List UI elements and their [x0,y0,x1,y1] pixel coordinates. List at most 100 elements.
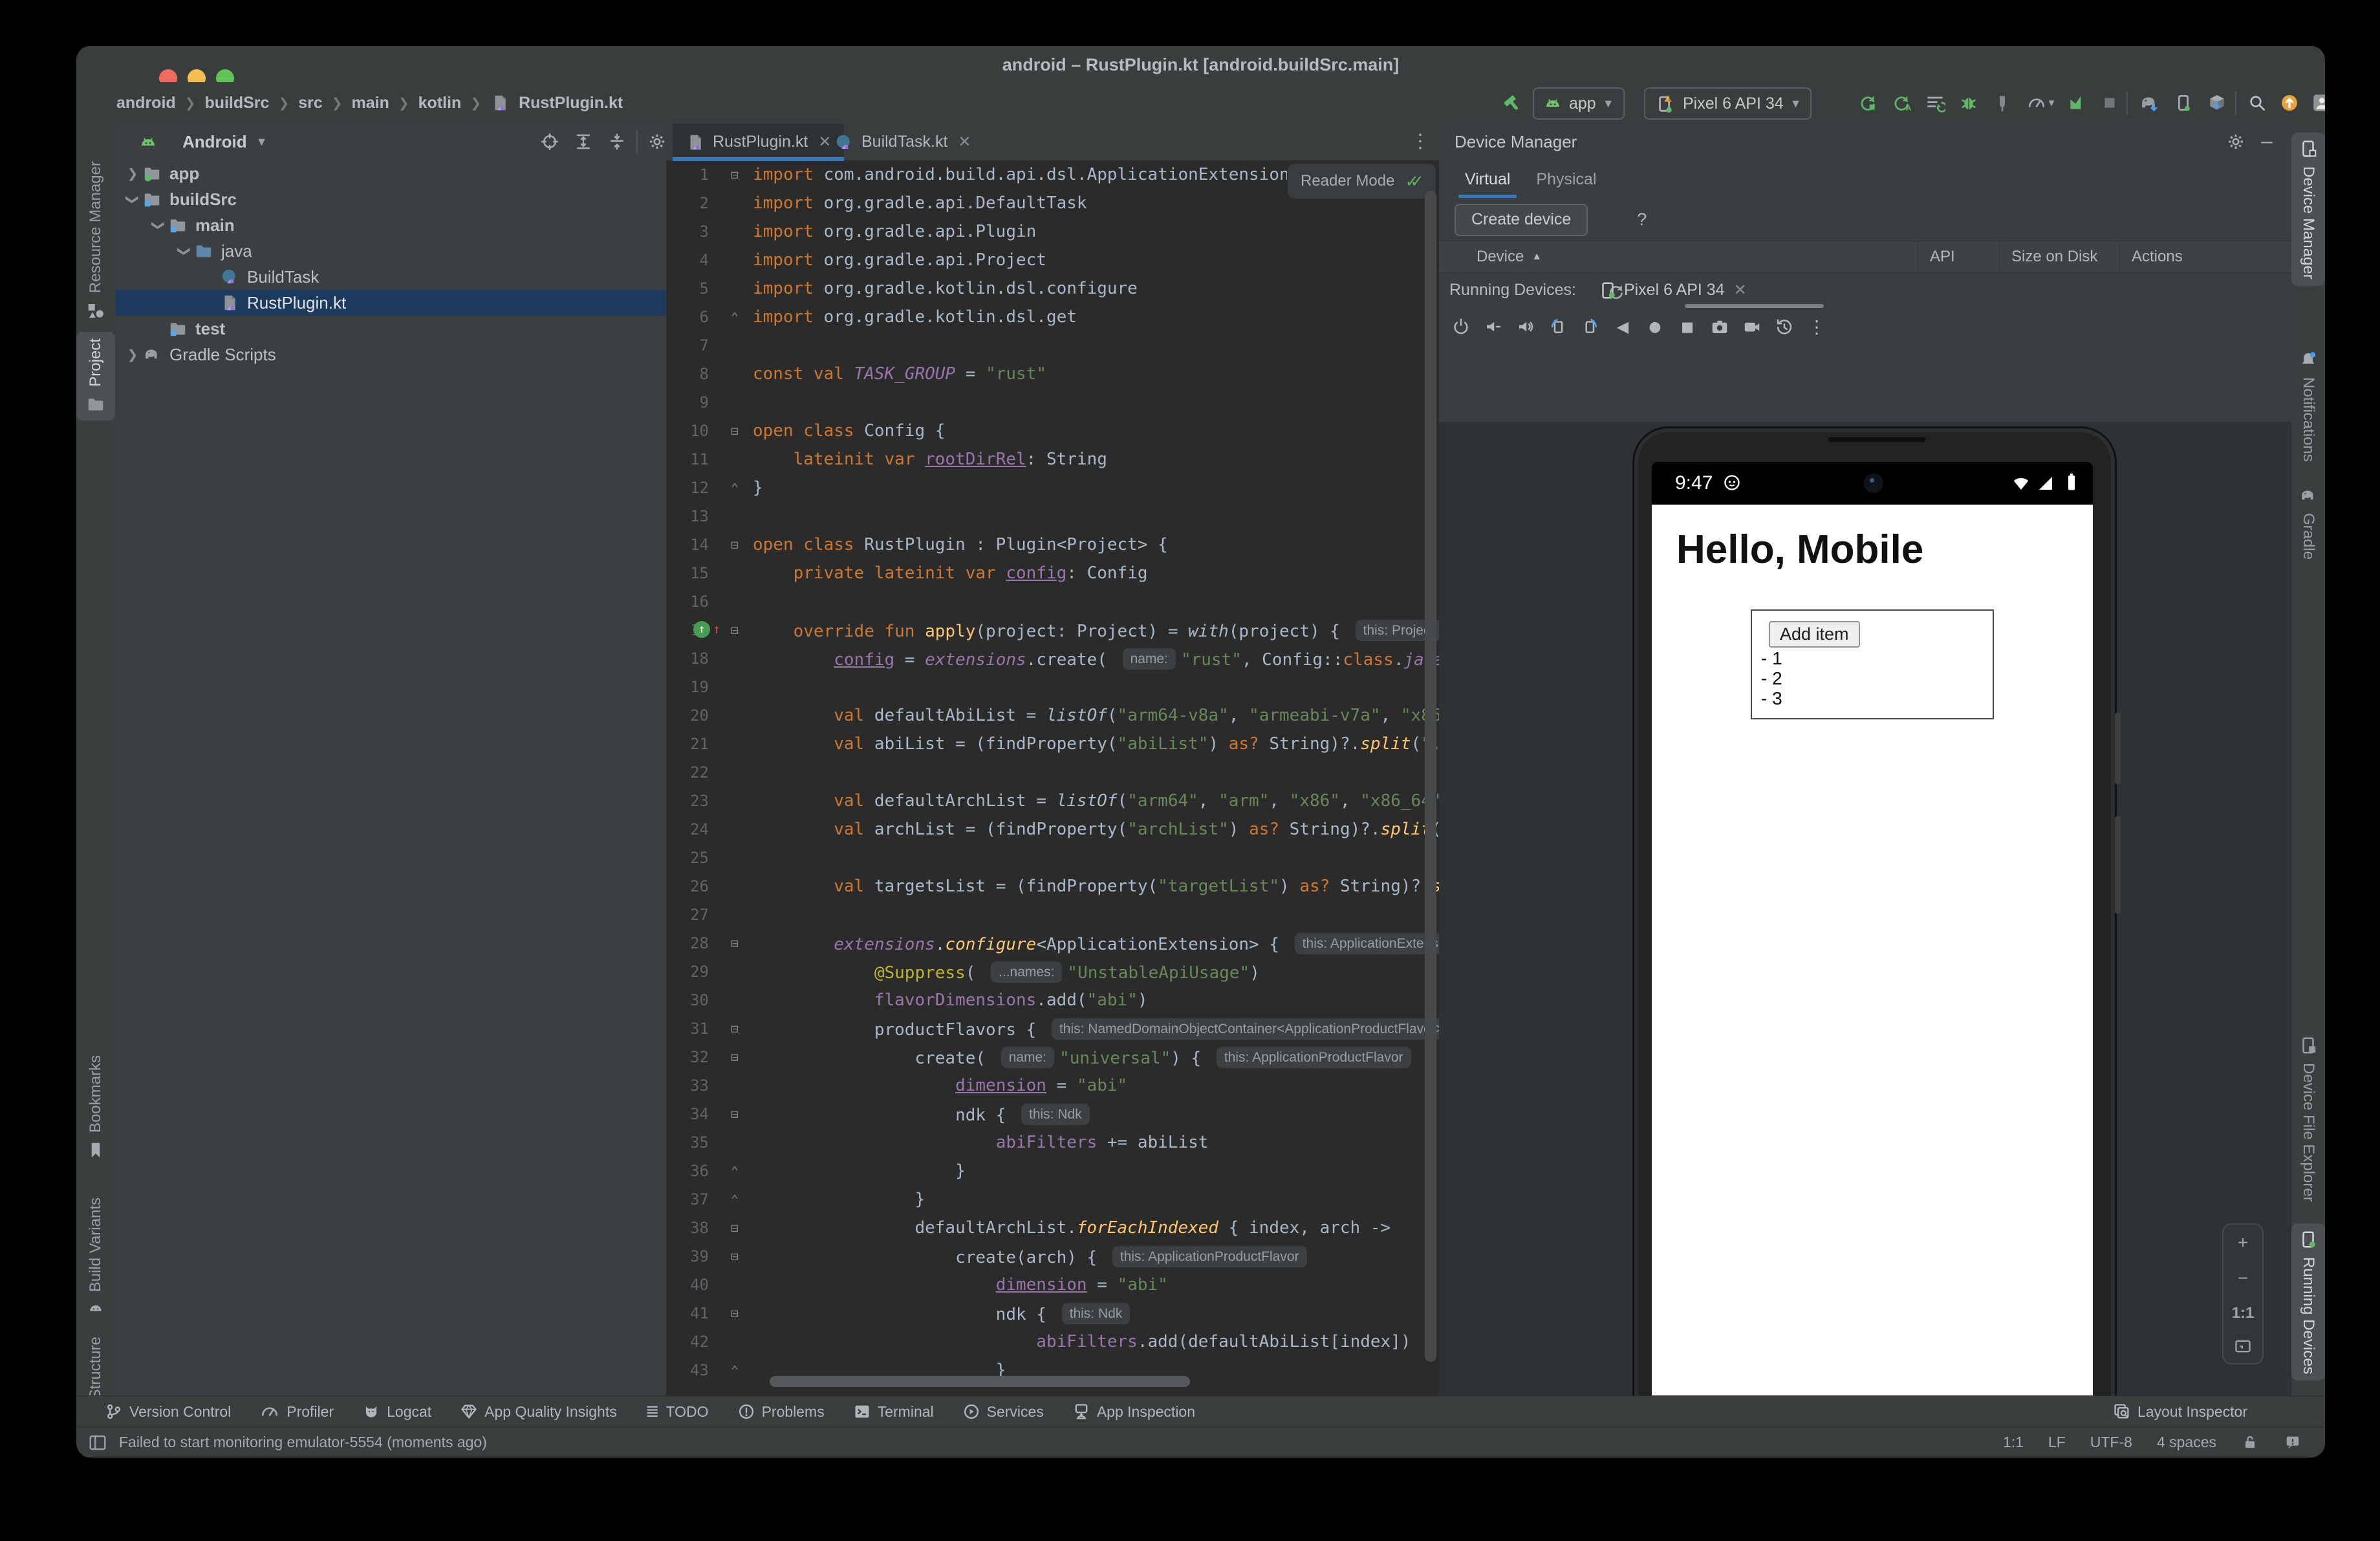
fold-marker-icon[interactable]: ⊟ [717,935,753,951]
device-manager-toolbar-icon[interactable] [2169,89,2198,117]
fold-marker-icon[interactable]: ⊟ [717,1049,753,1065]
run-configuration-select[interactable]: app ▼ [1533,87,1625,120]
tool-stripe-item-device-manager[interactable]: Device Manager [2291,133,2325,286]
zoom-in-button[interactable]: + [2238,1232,2248,1253]
table-column-api[interactable]: API [1918,241,1999,272]
tool-window-button-app-quality-insights[interactable]: App Quality Insights [460,1403,617,1421]
table-column-actions[interactable]: Actions [2119,241,2275,272]
tool-window-button-services[interactable]: Services [962,1403,1044,1421]
fold-marker-icon[interactable]: ⌃ [717,1192,753,1207]
close-icon[interactable]: ✕ [958,133,971,151]
nav-back-icon[interactable]: ◀ [1611,315,1634,338]
sdk-manager-icon[interactable] [2203,89,2231,117]
tool-stripe-item-build-variants[interactable]: Build Variants [76,1197,115,1319]
breadcrumb-item[interactable]: kotlin [418,94,462,113]
add-item-button[interactable]: Add item [1769,621,1860,648]
zoom-out-button[interactable]: − [2238,1268,2248,1289]
editor-vertical-scrollbar[interactable] [1425,191,1436,1362]
locate-file-icon[interactable] [536,127,564,156]
tree-chevron-icon[interactable]: ❯ [177,241,193,261]
tool-stripe-item-device-file-explorer[interactable]: Device File Explorer [2291,1036,2325,1202]
rotate-left-icon[interactable] [1546,315,1570,338]
tool-window-button-version-control[interactable]: Version Control [105,1403,231,1421]
tree-item-buildsrc[interactable]: ❯ buildSrc [115,186,674,212]
editor-tab-buildtask-kt[interactable]: BuildTask.kt ✕ [821,124,984,160]
breadcrumb-item[interactable]: android [116,94,176,113]
collapse-all-icon[interactable] [603,127,631,156]
override-gutter-icon[interactable]: ↑ [693,621,710,638]
status-widget[interactable]: LF [2048,1434,2066,1451]
vol-high-icon[interactable] [1514,315,1537,338]
tool-stripe-item-project[interactable]: Project [76,332,115,421]
tree-chevron-icon[interactable]: ❯ [151,215,167,235]
vol-low-icon[interactable] [1482,315,1505,338]
editor-horizontal-scrollbar[interactable] [770,1376,1190,1387]
tree-item-java[interactable]: ❯ java [115,238,726,264]
reader-mode-toggle[interactable]: Reader Mode ✓✓ [1287,163,1436,199]
fold-marker-icon[interactable]: ⊟ [717,1220,753,1236]
tool-window-button-terminal[interactable]: Terminal [853,1403,934,1421]
profiler-icon[interactable]: ▼ [2022,89,2061,117]
close-icon[interactable]: ✕ [1734,281,1747,300]
debug-icon[interactable] [1954,89,1983,117]
tree-item-test[interactable]: test [115,316,700,342]
tree-chevron-icon[interactable]: ❯ [123,347,142,363]
tree-chevron-icon[interactable]: ❯ [125,190,141,209]
breadcrumb-item[interactable]: buildSrc [204,94,269,113]
tool-stripe-item-running-devices[interactable]: Running Devices [2291,1223,2325,1381]
fold-marker-icon[interactable]: ⊟ [717,622,753,638]
rotate-right-icon[interactable] [1579,315,1602,338]
code-editor[interactable]: 1 ⊟ import com.android.build.api.dsl.Appli… [666,160,1439,1396]
emulator-screen[interactable]: 9:47 Hello, Mobile Add item - 1 - 2 - 3 [1652,462,2093,1449]
search-everywhere-icon[interactable] [2243,89,2271,117]
fold-marker-icon[interactable]: ⌃ [717,1362,753,1378]
actual-size-button[interactable]: 1:1 [2232,1304,2255,1322]
hide-panel-icon[interactable]: − [2253,127,2281,156]
tool-window-button-profiler[interactable]: Profiler [259,1401,334,1422]
tree-item-main[interactable]: ❯ main [115,212,700,238]
tool-stripe-item-notifications[interactable]: Notifications [2291,350,2325,462]
build-hammer-icon[interactable] [1498,89,1526,117]
snapshot-icon[interactable] [1773,315,1796,338]
power-icon[interactable] [1449,315,1473,338]
record-icon[interactable] [1740,315,1764,338]
table-column-device[interactable]: Device ▲ [1465,241,1918,272]
tool-window-button-logcat[interactable]: Logcat [362,1403,431,1421]
expand-all-icon[interactable] [569,127,598,156]
device-manager-tab-virtual[interactable]: Virtual [1458,170,1517,198]
target-device-select[interactable]: ! Pixel 6 API 34 ▼ [1644,87,1812,120]
breadcrumb[interactable]: android ❯ buildSrc ❯ src ❯ main ❯ kotlin ❯ RustPlu… [116,82,623,124]
tree-item-rustplugin-kt[interactable]: RustPlugin.kt [115,290,752,316]
tab-options-icon[interactable]: ⋮ [1411,130,1430,153]
fold-marker-icon[interactable]: ⌃ [717,309,753,325]
tool-stripe-item-gradle[interactable]: Gradle [2291,486,2325,560]
breadcrumb-file[interactable]: RustPlugin.kt [519,94,623,113]
run-restart-icon[interactable] [1854,89,1882,117]
fold-marker-icon[interactable]: ⊟ [717,167,753,182]
lock-icon[interactable] [2241,1434,2259,1452]
fold-marker-icon[interactable]: ⌃ [717,1163,753,1179]
create-device-button[interactable]: Create device [1455,203,1588,236]
editor-tab-rustplugin-kt[interactable]: RustPlugin.kt ✕ [673,124,845,161]
tree-item-app[interactable]: ❯ app [115,160,674,186]
tool-window-button-todo[interactable]: ≣ TODO [645,1402,709,1421]
layout-inspector-button[interactable]: Layout Inspector [2113,1403,2247,1421]
tool-stripe-item-resource-manager[interactable]: Resource Manager [76,161,115,320]
tree-item-gradle-scripts[interactable]: ❯ Gradle Scripts [115,342,674,367]
inspections-ok-icon[interactable]: ✓✓ [1405,171,1423,191]
fold-marker-icon[interactable]: ⊟ [717,1249,753,1264]
project-view-select[interactable]: Android [182,132,247,152]
profile-app-icon[interactable] [2063,89,2092,117]
rerun-tasks-icon[interactable] [1921,89,1949,117]
fold-marker-icon[interactable]: ⌃ [717,480,753,496]
camera-icon[interactable] [1708,315,1731,338]
project-panel-header[interactable]: Android ▼ − [115,124,696,160]
avatar[interactable] [2308,89,2325,117]
breadcrumb-item[interactable]: src [298,94,323,113]
fold-marker-icon[interactable]: ⊟ [717,423,753,439]
fold-marker-icon[interactable]: ⊟ [717,1306,753,1321]
tree-chevron-icon[interactable]: ❯ [123,166,142,182]
running-device-tab[interactable]: Pixel 6 API 34 ✕ [1598,281,1747,300]
apply-code-changes-icon[interactable]: A [1887,89,1916,117]
tool-window-button-problems[interactable]: Problems [737,1403,825,1421]
